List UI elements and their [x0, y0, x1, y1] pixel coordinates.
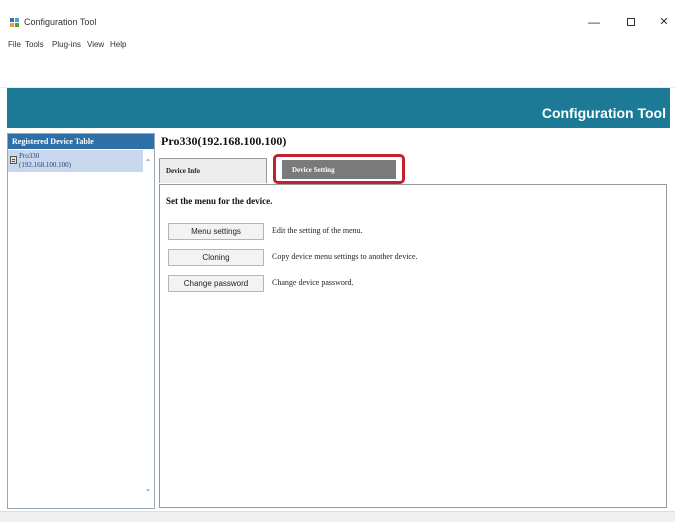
cloning-button[interactable]: Cloning — [168, 249, 264, 266]
tab-device-info[interactable]: Device Info — [159, 158, 267, 183]
device-setting-panel: Set the menu for the device. Menu settin… — [159, 184, 667, 508]
device-tree-item[interactable]: Pro330 (192.168.100.100) — [8, 150, 143, 172]
tab-device-setting-label: Device Setting — [292, 166, 335, 174]
change-password-description: Change device password. — [272, 278, 354, 287]
window-title: Configuration Tool — [24, 17, 97, 27]
section-heading: Set the menu for the device. — [166, 196, 273, 206]
menu-settings-button[interactable]: Menu settings — [168, 223, 264, 240]
menu-file[interactable]: File — [8, 40, 21, 49]
tab-device-setting[interactable]: Device Setting — [273, 154, 405, 184]
status-bar — [0, 511, 675, 522]
header-banner: Configuration Tool — [7, 88, 670, 128]
menu-view[interactable]: View — [87, 40, 104, 49]
device-tree-ip: (192.168.100.100) — [19, 161, 71, 169]
device-title: Pro330(192.168.100.100) — [161, 134, 287, 148]
menu-settings-description: Edit the setting of the menu. — [272, 226, 363, 235]
banner-title: Configuration Tool — [541, 105, 666, 121]
device-tree-name: Pro330 — [19, 152, 40, 160]
scroll-up-icon[interactable]: ⌃ — [143, 158, 153, 168]
menu-help[interactable]: Help — [110, 40, 126, 49]
scroll-down-icon[interactable]: ⌄ — [143, 484, 153, 494]
title-bar: Configuration Tool — ✕ — [0, 0, 675, 36]
tab-device-setting-body: Device Setting — [282, 160, 396, 179]
maximize-button[interactable] — [621, 14, 641, 30]
device-table-header: Registered Device Table — [8, 134, 154, 149]
minimize-icon: — — [588, 15, 600, 29]
toolbar-area — [0, 52, 675, 88]
menu-tools[interactable]: Tools — [25, 40, 44, 49]
tab-device-info-label: Device Info — [166, 167, 201, 175]
maximize-icon — [627, 18, 635, 26]
change-password-button[interactable]: Change password — [168, 275, 264, 292]
menu-plugins[interactable]: Plug-ins — [52, 40, 81, 49]
printer-icon — [10, 156, 17, 164]
menu-bar: File Tools Plug-ins View Help — [0, 36, 675, 52]
app-icon — [10, 18, 20, 27]
close-button[interactable]: ✕ — [654, 14, 674, 30]
close-icon: ✕ — [659, 16, 669, 28]
minimize-button[interactable]: — — [584, 14, 604, 30]
tab-strip: Device Info Device Setting — [159, 154, 667, 184]
device-tree-panel: Registered Device Table Pro330 (192.168.… — [7, 133, 155, 509]
cloning-description: Copy device menu settings to another dev… — [272, 252, 418, 261]
